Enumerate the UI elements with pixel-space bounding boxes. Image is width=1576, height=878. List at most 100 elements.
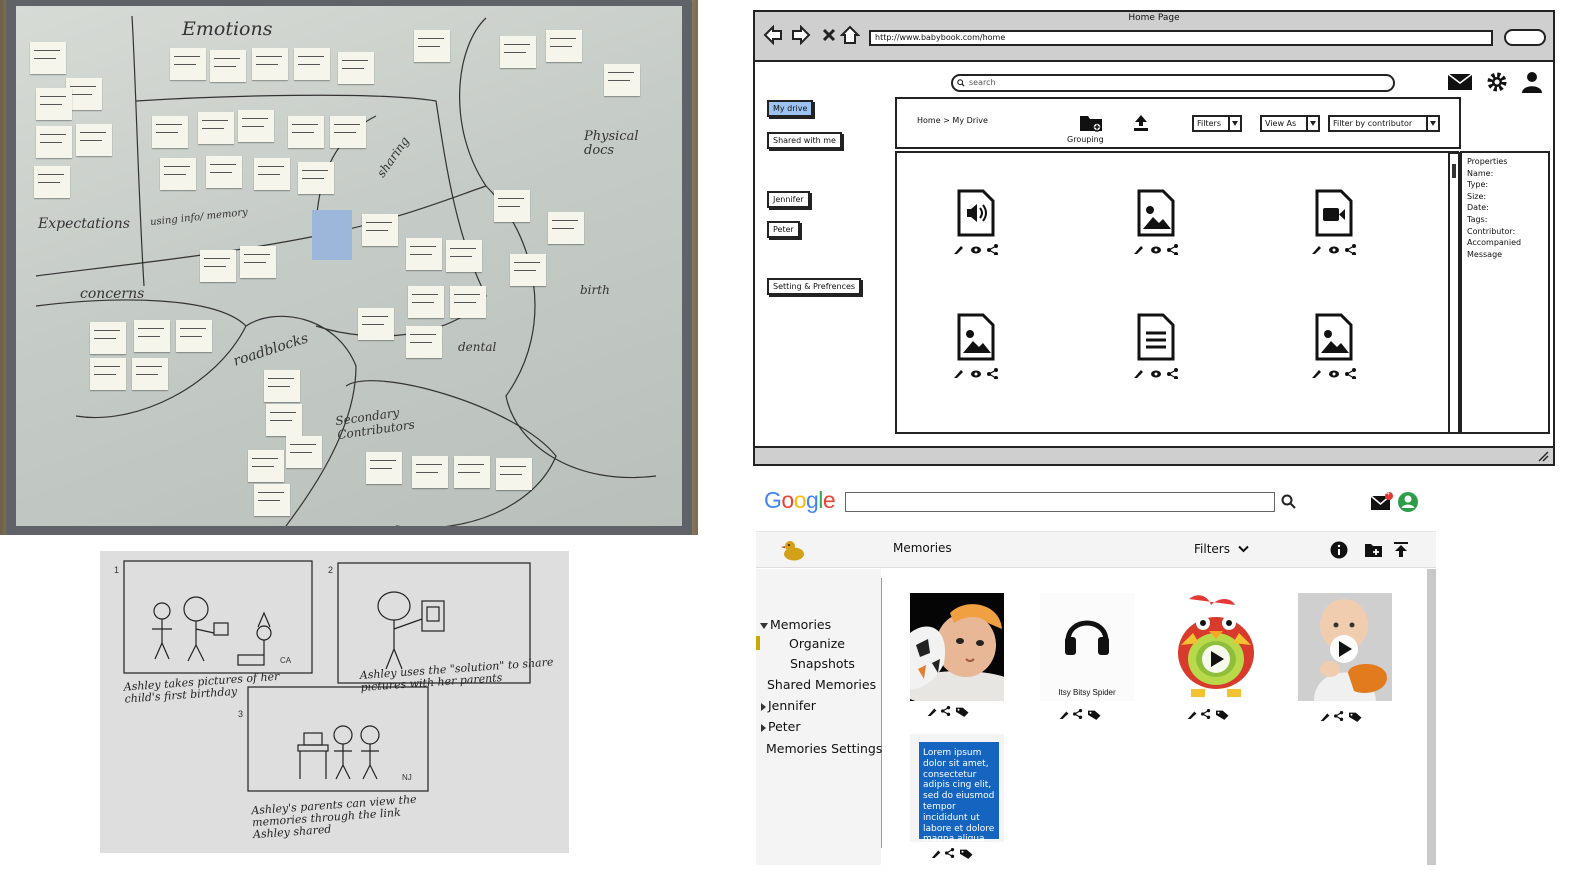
search-icon[interactable] [1281,494,1297,510]
sidebar-item-memories[interactable]: Memories [760,617,831,632]
resize-grip-icon[interactable] [1537,450,1549,462]
sticky-note [496,458,532,490]
settings-button[interactable]: Setting & Prefrences [767,278,862,295]
window-statusbar [755,446,1553,464]
memory-card-audio[interactable]: Itsy Bitsy Spider [1040,593,1134,701]
memory-card-video[interactable] [1169,593,1263,701]
mail-icon[interactable] [1447,70,1473,94]
filters-dropdown[interactable]: Filters [1192,115,1242,132]
page-scrollbar[interactable] [1427,569,1436,865]
new-folder-icon[interactable] [1364,542,1383,558]
file-tile[interactable] [1303,189,1363,269]
file-tile[interactable] [1303,313,1363,393]
sticky-note [406,326,442,358]
file-actions[interactable] [951,243,1001,255]
back-arrow-icon[interactable] [763,25,783,45]
card-actions[interactable] [930,846,980,860]
sticky-note [76,124,112,156]
properties-line: Properties [1467,157,1508,166]
filters-label: Filters [1194,542,1230,556]
babybook-wireframe-window: Home Page http://www.babybook.com/home s… [753,10,1555,466]
sidebar-item-organize[interactable]: Organize [789,636,845,651]
audio-file-icon [957,189,995,237]
account-avatar-icon[interactable] [1397,491,1419,513]
sidebar-item-shared-memories[interactable]: Shared Memories [767,677,876,692]
info-icon[interactable] [1330,541,1348,559]
file-actions[interactable] [1309,367,1359,379]
label-concerns: concerns [80,286,145,302]
sticky-note [206,156,242,188]
sticky-note [286,436,322,468]
forward-arrow-icon[interactable] [791,25,811,45]
view-as-dropdown[interactable]: View As [1260,115,1320,132]
properties-line: Type: [1467,180,1489,190]
memory-card-photo[interactable] [910,593,1004,701]
close-icon[interactable] [819,25,839,45]
affinity-map-lines [35,15,657,526]
file-tile[interactable] [945,313,1005,393]
sticky-note [170,48,206,80]
properties-line: Name: [1467,168,1494,178]
panel-1-tag: CA [280,656,292,665]
url-go-button[interactable] [1504,29,1546,46]
card-actions[interactable] [926,704,976,718]
shared-with-me-button[interactable]: Shared with me [767,132,842,149]
properties-line: Contributor: [1467,226,1516,236]
file-actions[interactable] [951,367,1001,379]
filters-dropdown[interactable]: Filters [1194,542,1249,556]
user-icon[interactable] [1519,70,1545,94]
image-file-icon [1315,313,1353,361]
upload-icon[interactable] [1393,541,1409,558]
search-icon [957,79,965,87]
sticky-note [134,320,170,352]
memories-header: Memories Filters [756,531,1436,568]
search-input[interactable]: search [951,74,1395,92]
card-actions[interactable] [1186,707,1236,721]
sidebar-item-memories-settings[interactable]: Memories Settings [766,741,882,756]
jennifer-button[interactable]: Jennifer [767,191,810,208]
filter-by-contributor-dropdown[interactable]: Filter by contributor [1328,115,1440,132]
file-tile[interactable] [945,189,1005,269]
google-search-input[interactable] [845,492,1275,512]
audio-caption: Itsy Bitsy Spider [1058,688,1116,697]
file-grid-scrollbar[interactable] [1448,152,1460,434]
file-actions[interactable] [1131,367,1181,379]
file-actions[interactable] [1131,243,1181,255]
logo-letter: G [764,487,782,513]
sticky-note [494,190,530,222]
file-tile[interactable] [1125,189,1185,269]
sticky-note [362,214,398,246]
file-actions[interactable] [1309,243,1359,255]
grouping-label: Grouping [1067,135,1104,144]
label-physical-docs: Physical docs [584,129,639,158]
view-as-label: View As [1265,119,1297,128]
sticky-note [446,240,482,272]
upload-icon[interactable] [1131,113,1151,133]
sticky-note [338,52,374,84]
share-icon [988,245,997,255]
sidebar-item-peter[interactable]: Peter [761,719,801,734]
sticky-note [266,404,302,436]
browser-titlebar: Home Page http://www.babybook.com/home [755,12,1553,62]
card-actions[interactable] [1058,707,1108,721]
url-bar[interactable]: http://www.babybook.com/home [869,30,1493,46]
sidebar-item-snapshots[interactable]: Snapshots [790,656,855,671]
sidebar-item-jennifer[interactable]: Jennifer [761,698,816,713]
file-grid [895,151,1459,434]
scrollbar-thumb[interactable] [1452,164,1456,178]
filter-by-contributor-label: Filter by contributor [1333,119,1413,128]
my-drive-button[interactable]: My drive [767,100,814,117]
blue-sticky-note [312,210,352,260]
memory-card-video[interactable] [1298,593,1392,701]
sticky-note [366,452,402,484]
mail-icon[interactable] [1370,491,1394,513]
home-icon[interactable] [840,25,860,45]
grouping-folder-icon[interactable] [1079,113,1105,133]
file-tile[interactable] [1125,313,1185,393]
dropdown-arrow-icon [1426,117,1438,130]
sticky-note [604,64,640,96]
google-logo: Google [764,487,836,514]
peter-button[interactable]: Peter [767,221,800,238]
gear-icon[interactable] [1484,70,1510,94]
card-actions[interactable] [1319,709,1369,723]
